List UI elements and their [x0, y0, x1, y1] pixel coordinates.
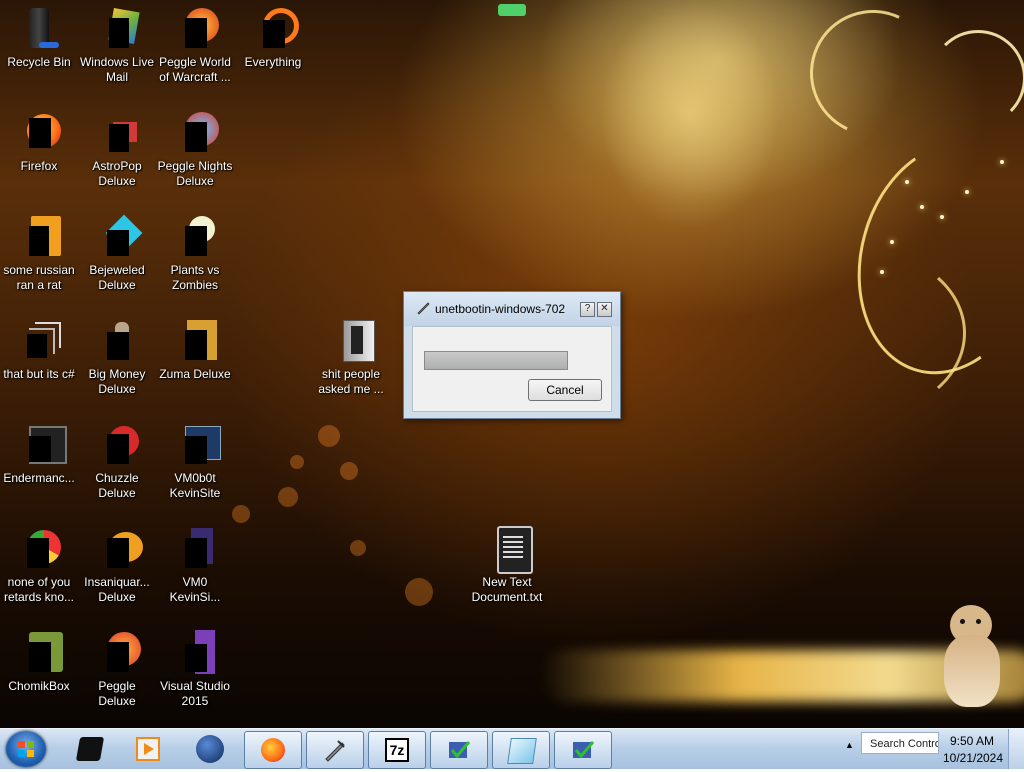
taskbar-item-installer-1[interactable]	[430, 731, 488, 769]
fish-icon	[93, 524, 143, 572]
desktop-icon-zuma-deluxe[interactable]: Zuma Deluxe	[156, 316, 234, 382]
recycle-bin-icon	[15, 4, 63, 52]
desktop-icon-everything[interactable]: Everything	[234, 4, 312, 70]
close-button[interactable]: ✕	[597, 302, 612, 317]
clock-date[interactable]: 10/21/2024	[940, 751, 1006, 765]
desktop-icon-vm0b0t-kevinsite[interactable]: VM0b0t KevinSite	[156, 420, 234, 501]
shortcut-icon	[15, 316, 63, 364]
taskbar-item-firefox[interactable]	[244, 731, 302, 769]
terminal-icon	[15, 420, 67, 468]
mail-icon	[93, 4, 141, 52]
folder-icon	[327, 316, 375, 364]
notepad-icon	[507, 738, 537, 764]
desktop-icon-visual-studio-2015[interactable]: Visual Studio 2015	[156, 628, 234, 709]
orange-app-icon	[15, 212, 63, 260]
black-device-icon	[75, 737, 105, 761]
search-ring-icon	[249, 4, 299, 52]
desktop-icon-endermanc[interactable]: Endermanc...	[0, 420, 78, 486]
chrome-icon	[15, 524, 63, 572]
hamster-box-icon	[15, 628, 63, 676]
windows-logo-icon	[18, 741, 34, 757]
taskbar-item-notepad[interactable]	[492, 731, 550, 769]
tray-search-box[interactable]: Search Contro	[861, 732, 939, 754]
hamster-gadget[interactable]	[942, 605, 1008, 710]
desktop-icon-plants-vs-zombies[interactable]: Plants vs Zombies	[156, 212, 234, 293]
media-player-icon	[136, 737, 160, 761]
text-file-icon	[483, 524, 533, 574]
desktop-icon-astropop-deluxe[interactable]: AstroPop Deluxe	[78, 108, 156, 189]
desktop-icon-peggle-deluxe[interactable]: Peggle Deluxe	[78, 628, 156, 709]
dialog-client: Cancel	[412, 326, 612, 412]
start-button[interactable]	[6, 731, 46, 767]
desktop-icon-firefox[interactable]: Firefox	[0, 108, 78, 174]
clock-time[interactable]: 9:50 AM	[946, 734, 998, 748]
progress-bar	[424, 351, 568, 370]
desktop-icon-none-of-you[interactable]: none of you retards kno...	[0, 524, 78, 605]
desktop-icon-chomikbox[interactable]: ChomikBox	[0, 628, 78, 694]
firefox-icon	[261, 738, 285, 762]
desktop-icon-that-but-its-cs[interactable]: that but its c#	[0, 316, 78, 382]
installer-check-icon	[573, 741, 595, 759]
desktop-icon-vm0-kevinsite[interactable]: VM0 KevinSi...	[156, 524, 234, 605]
visual-studio-icon	[171, 628, 219, 676]
peggle-nights-icon	[171, 108, 219, 156]
astropop-icon	[93, 108, 141, 156]
taskbar-item-7zip[interactable]: 7z	[368, 731, 426, 769]
unetbootin-icon	[417, 302, 430, 315]
cancel-button[interactable]: Cancel	[528, 379, 602, 401]
taskbar-item-unetbootin[interactable]	[306, 731, 364, 769]
installer-check-icon	[449, 741, 471, 759]
desktop-icon-recycle-bin[interactable]: Recycle Bin	[0, 4, 78, 70]
dialog-title: unetbootin-windows-702	[435, 302, 566, 316]
desktop-icon-big-money-deluxe[interactable]: Big Money Deluxe	[78, 316, 156, 397]
desktop-icon-peggle-world-of-warcraft[interactable]: Peggle World of Warcraft ...	[156, 4, 234, 85]
desktop: Recycle Bin Firefox some russian ran a r…	[0, 0, 1024, 728]
plants-icon	[171, 212, 219, 260]
progress-fill	[425, 352, 567, 369]
globe-icon	[196, 735, 224, 763]
peggle-icon	[171, 4, 219, 52]
desktop-icon-bejeweled-deluxe[interactable]: Bejeweled Deluxe	[78, 212, 156, 293]
dialog-titlebar[interactable]: unetbootin-windows-702 ? ✕	[404, 292, 620, 326]
desktop-icon-insaniquarium-deluxe[interactable]: Insaniquar... Deluxe	[78, 524, 156, 605]
unetbootin-icon	[325, 740, 345, 762]
zuma-icon	[171, 316, 219, 364]
taskbar-item-installer-2[interactable]	[554, 731, 612, 769]
7zip-icon: 7z	[385, 738, 409, 762]
taskbar-item-black-device[interactable]	[62, 731, 118, 767]
gem-icon	[93, 212, 143, 260]
money-icon	[93, 316, 141, 364]
file-icon	[171, 524, 219, 572]
taskbar-item-media-player[interactable]	[120, 731, 176, 767]
vm-icon	[171, 420, 221, 468]
unetbootin-dialog: unetbootin-windows-702 ? ✕ Cancel	[403, 291, 621, 419]
desktop-icon-shit-people-asked-me[interactable]: shit people asked me ...	[312, 316, 390, 397]
tray-overflow-arrow[interactable]: ▲	[845, 740, 854, 750]
desktop-icon-windows-live-mail[interactable]: Windows Live Mail	[78, 4, 156, 85]
peggle-deluxe-icon	[93, 628, 141, 676]
taskbar-item-globe[interactable]	[182, 731, 238, 767]
desktop-icon-peggle-nights-deluxe[interactable]: Peggle Nights Deluxe	[156, 108, 234, 189]
desktop-icon-some-russian-ran-a-rat[interactable]: some russian ran a rat	[0, 212, 78, 293]
show-desktop-button[interactable]	[1008, 729, 1024, 769]
taskbar: 7z ▲ Search Contro 9:50 AM 10/21/2024	[0, 728, 1024, 769]
chuzzle-icon	[93, 420, 141, 468]
desktop-icon-new-text-document[interactable]: New Text Document.txt	[468, 524, 546, 605]
firefox-icon	[15, 108, 63, 156]
desktop-icon-chuzzle-deluxe[interactable]: Chuzzle Deluxe	[78, 420, 156, 501]
help-button[interactable]: ?	[580, 302, 595, 317]
